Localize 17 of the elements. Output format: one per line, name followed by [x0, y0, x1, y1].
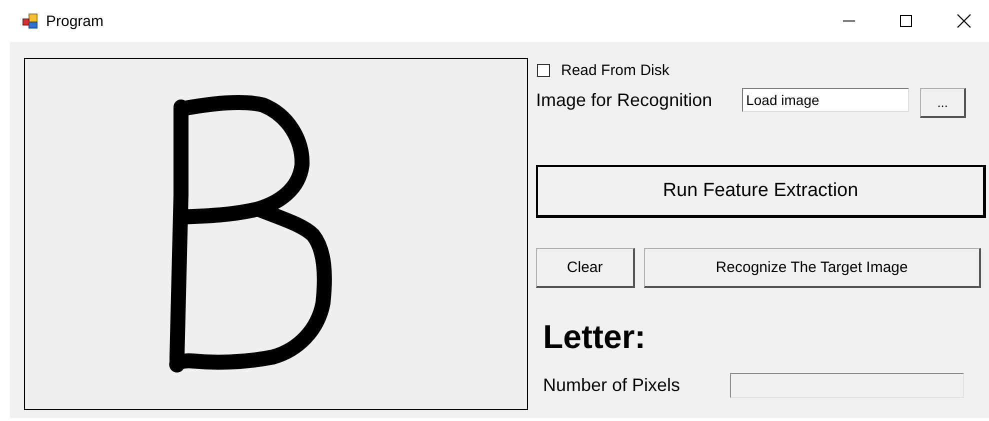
recognize-button[interactable]: Recognize The Target Image: [644, 248, 981, 288]
drawing-canvas[interactable]: [24, 58, 528, 410]
checkbox-label: Read From Disk: [561, 62, 670, 79]
input-field[interactable]: Load image: [742, 88, 910, 112]
field-label: Image for Recognition: [536, 89, 712, 111]
readonly-field[interactable]: [730, 373, 964, 398]
close-icon[interactable]: [957, 14, 971, 28]
checkbox[interactable]: [537, 64, 550, 77]
clear-button[interactable]: Clear: [536, 248, 635, 288]
maximize-icon[interactable]: [900, 15, 912, 27]
run-button[interactable]: Run Feature Extraction: [536, 165, 986, 218]
window-title: Program: [46, 12, 104, 30]
minimize-icon[interactable]: [843, 20, 855, 22]
field-label: Number of Pixels: [543, 375, 680, 396]
browse-button[interactable]: ...: [920, 88, 966, 118]
result-heading: Letter:: [543, 318, 647, 355]
app-icon: [22, 13, 38, 29]
